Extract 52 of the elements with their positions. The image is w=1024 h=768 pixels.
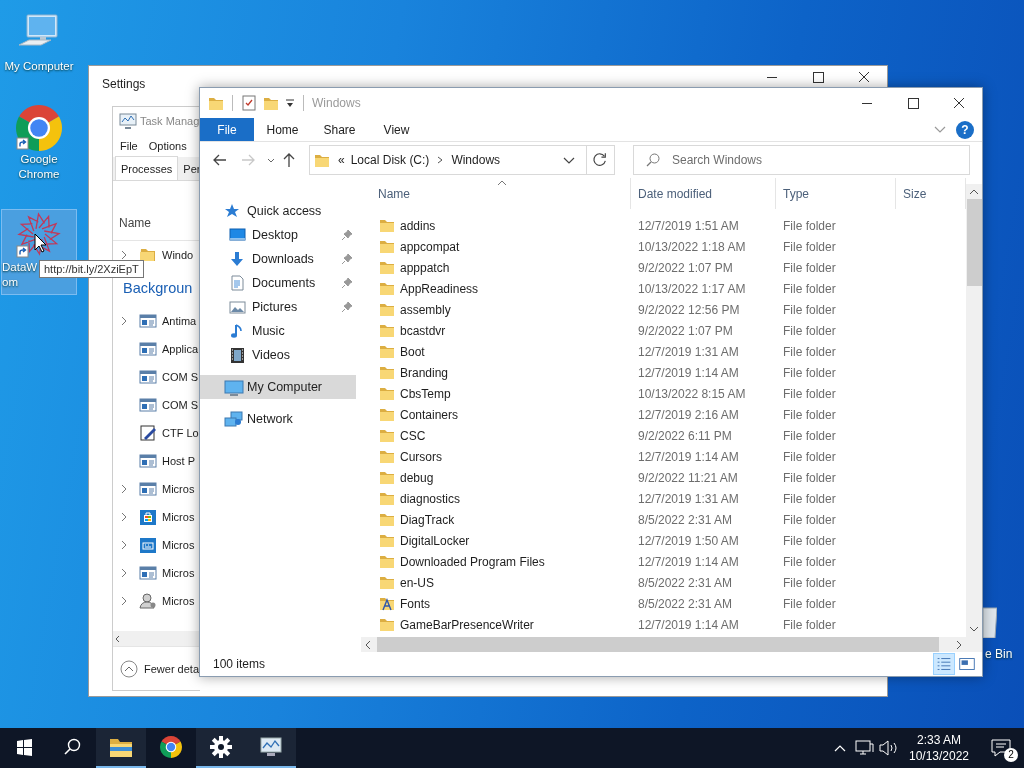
item-count: 100 items: [213, 657, 266, 671]
date-modified: 9/2/2022 1:07 PM: [637, 260, 734, 275]
file-type: File folder: [782, 596, 837, 611]
file-type: File folder: [782, 365, 837, 380]
date-modified: 10/13/2022 8:15 AM: [637, 386, 747, 401]
window-title: Windows: [312, 96, 362, 110]
file-type: File folder: [782, 491, 837, 506]
icon-label: Chrome: [18, 167, 60, 182]
file-type: File folder: [782, 344, 837, 359]
date-modified: 8/5/2022 2:31 AM: [637, 512, 734, 527]
icon-label: om: [2, 275, 18, 290]
file-type: File folder: [782, 533, 837, 548]
file-type: File folder: [782, 449, 837, 464]
date-modified: 9/2/2022 11:21 AM: [637, 470, 739, 485]
date-modified: 8/5/2022 2:31 AM: [637, 575, 734, 590]
tooltip: http://bit.ly/2XziEpT: [39, 260, 144, 278]
file-type: File folder: [782, 617, 837, 632]
file-type: File folder: [782, 512, 837, 527]
date-modified: 12/7/2019 1:50 AM: [637, 533, 740, 548]
file-type: File folder: [782, 260, 837, 275]
date-modified: 12/7/2019 1:14 AM: [637, 365, 740, 380]
date-modified: 10/13/2022 1:18 AM: [637, 239, 747, 254]
window-title: Task Manag: [140, 115, 200, 127]
date-modified: 9/2/2022 6:11 PM: [637, 428, 733, 443]
icon-label: e Bin: [985, 647, 1013, 661]
file-type: File folder: [782, 302, 837, 317]
file-type: File folder: [782, 323, 837, 338]
date-modified: 12/7/2019 1:14 AM: [637, 449, 740, 464]
date-modified: 9/2/2022 1:07 PM: [637, 323, 734, 338]
file-type: File folder: [782, 218, 837, 233]
group-heading: Backgroun: [123, 280, 193, 296]
file-type: File folder: [782, 386, 837, 401]
file-type: File folder: [782, 428, 837, 443]
date-modified: 12/7/2019 1:51 AM: [637, 218, 740, 233]
file-type: File folder: [782, 554, 837, 569]
date-modified: 10/13/2022 1:17 AM: [637, 281, 747, 296]
date-modified: 12/7/2019 2:16 AM: [637, 407, 740, 422]
date-modified: 12/7/2019 1:31 AM: [637, 491, 740, 506]
file-type: File folder: [782, 407, 837, 422]
file-type: File folder: [782, 575, 837, 590]
file-type: File folder: [782, 281, 837, 296]
icon-label: My Computer: [4, 59, 74, 74]
date-modified: 12/7/2019 1:31 AM: [637, 344, 740, 359]
date-modified: 12/7/2019 1:14 AM: [637, 554, 740, 569]
window-title: Settings: [101, 75, 147, 91]
icon-label: Google: [20, 152, 58, 167]
date-modified: 8/5/2022 2:31 AM: [637, 596, 734, 611]
file-type: File folder: [782, 470, 837, 485]
date-modified: 9/2/2022 12:56 PM: [637, 302, 741, 317]
file-type: File folder: [782, 239, 837, 254]
date-modified: 12/7/2019 1:14 AM: [637, 617, 740, 632]
icon-label: DataW: [2, 260, 38, 275]
